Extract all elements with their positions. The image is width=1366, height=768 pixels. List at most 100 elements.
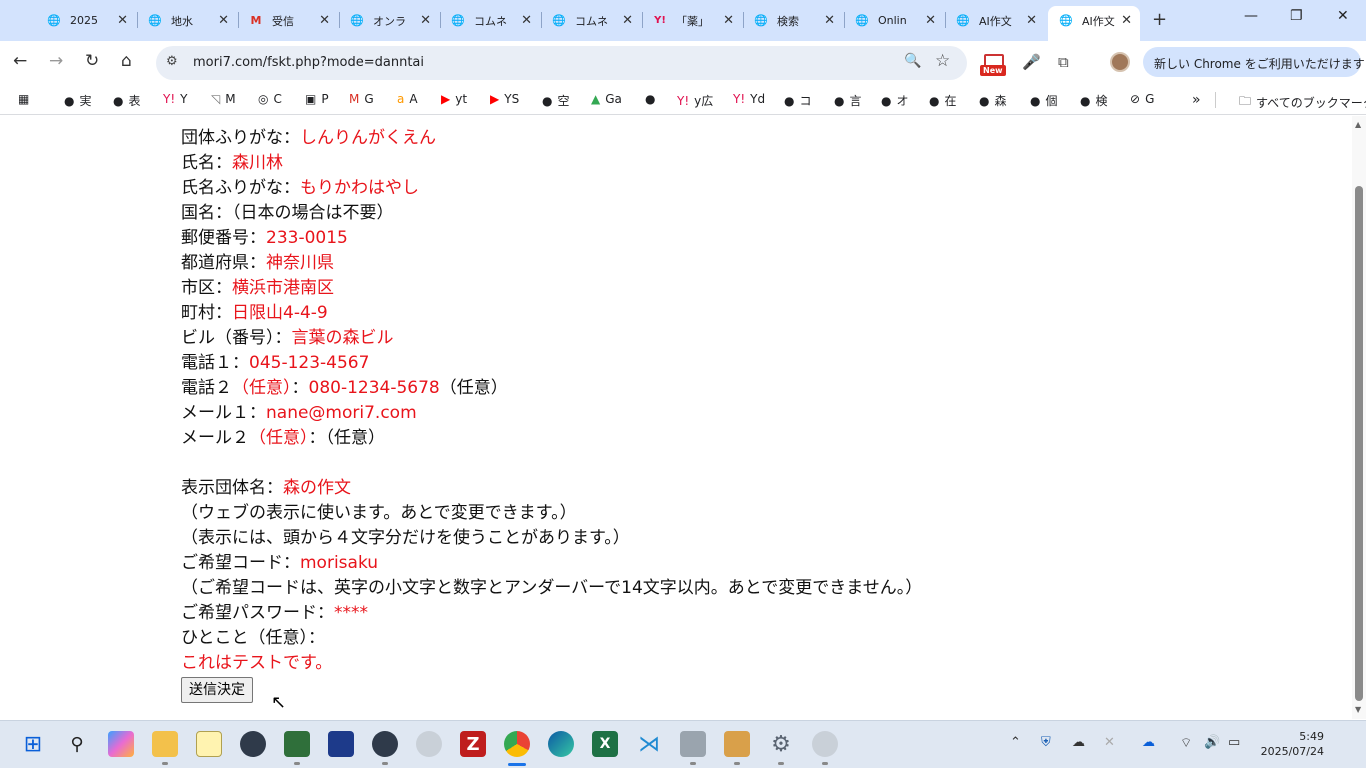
onedrive-off-icon[interactable]: ☁ [1072,735,1085,750]
bookmark-item[interactable]: ● オ [881,92,909,109]
zoom-icon[interactable]: 🔍 [904,53,921,69]
extensions-icon[interactable]: ⧉ [1058,53,1069,71]
reload-icon[interactable]: ↻ [85,51,99,71]
webcam-icon[interactable] [416,731,442,757]
bookmark-item[interactable]: aA [397,92,418,106]
bookmark-item[interactable]: ◎ C [258,92,282,106]
close-tab-icon[interactable]: ✕ [117,13,128,28]
avatar[interactable] [1110,52,1130,72]
tab[interactable]: 🌐 AI作文 ✕ [945,8,1045,33]
app-icon[interactable] [328,731,354,757]
bookmark-star-icon[interactable]: ☆ [935,51,950,71]
close-tab-icon[interactable]: ✕ [521,13,532,28]
bookmark-item[interactable]: ▣ P [305,92,329,106]
app-icon[interactable] [680,731,706,757]
tab[interactable]: M 受信 ✕ [238,8,338,33]
scrollbar-thumb[interactable] [1355,186,1363,701]
bookmark-item[interactable]: Y! Y [163,92,187,106]
back-icon[interactable]: ← [13,51,27,71]
restore-icon[interactable]: ❐ [1290,8,1303,24]
scroll-up-icon[interactable]: ▲ [1355,120,1361,129]
clock[interactable]: 5:49 2025/07/24 [1260,729,1324,759]
close-tab-icon[interactable]: ✕ [420,13,431,28]
vscode-icon[interactable]: ⋊ [636,731,662,757]
close-tab-icon[interactable]: ✕ [622,13,633,28]
bookmark-item[interactable]: ● 個 [1030,92,1058,109]
tab[interactable]: Y! 「薬」 ✕ [642,8,742,33]
bookmark-item[interactable]: ● コ [784,92,812,109]
microphone-icon[interactable]: 🎤 [1022,53,1041,71]
security-shield-icon[interactable]: ⛨ [1041,735,1051,750]
close-tab-icon[interactable]: ✕ [824,13,835,28]
bookmark-item[interactable]: Y! Yd [733,92,765,106]
scroll-down-icon[interactable]: ▼ [1355,705,1361,714]
app-icon[interactable] [724,731,750,757]
close-tab-icon[interactable]: ✕ [925,13,936,28]
webcam-icon[interactable] [812,731,838,757]
camera-icon[interactable] [372,731,398,757]
tab[interactable]: 🌐 コムネ ✕ [541,8,641,33]
submit-button[interactable]: 送信決定 [181,677,253,703]
tab[interactable]: 🌐 Onlin ✕ [844,8,944,33]
tray-app-icon[interactable]: ✕ [1104,735,1115,750]
bookmark-item[interactable]: ● 実 [64,92,92,109]
wifi-icon[interactable]: ⌔ [1180,735,1192,751]
url-text[interactable]: mori7.com/fskt.php?mode=danntai [193,55,424,70]
bookmark-item[interactable]: ● 表 [113,92,141,109]
copilot-icon[interactable] [108,731,134,757]
edge-icon[interactable] [548,731,574,757]
bookmark-item[interactable]: ▶ YS [490,92,519,106]
close-tab-icon[interactable]: ✕ [1026,13,1037,28]
scrollbar[interactable]: ▲ ▼ [1352,116,1366,719]
tab[interactable]: 🌐 2025 ✕ [36,8,136,33]
address-bar[interactable]: ⚙ mori7.com/fskt.php?mode=danntai 🔍 ☆ [156,46,967,80]
bookmark-item[interactable]: ● 森 [979,92,1007,109]
camera-icon[interactable] [240,731,266,757]
close-tab-icon[interactable]: ✕ [319,13,330,28]
search-icon[interactable]: ⚲ [64,731,90,757]
settings-icon[interactable]: ⚙ [768,731,794,757]
close-window-icon[interactable]: ✕ [1337,8,1349,24]
site-info-icon[interactable]: ⚙ [166,54,178,69]
chrome-icon[interactable] [504,731,530,757]
bookmark-item[interactable]: MG [349,92,374,106]
tab-active[interactable]: 🌐 AI作文 ✕ [1048,6,1140,41]
tab[interactable]: 🌐 コムネ ✕ [440,8,540,33]
bookmark-item[interactable]: ◹ M [211,92,236,106]
windows-start-icon[interactable]: ⊞ [20,731,46,757]
new-tab-icon[interactable]: + [1152,9,1167,30]
bookmark-item[interactable]: ● 空 [542,92,570,109]
home-icon[interactable]: ⌂ [121,51,132,71]
bookmark-item[interactable]: ⊘ G [1130,92,1154,106]
app-icon[interactable] [284,731,310,757]
file-explorer-icon[interactable] [152,731,178,757]
forward-icon[interactable]: → [49,51,63,71]
bookmark-item[interactable]: Y! y広 [677,92,713,109]
show-hidden-icons-icon[interactable]: ⌃ [1010,735,1021,750]
onedrive-icon[interactable]: ☁ [1142,735,1155,750]
new-badge[interactable]: New [980,54,1008,78]
all-bookmarks-folder[interactable]: 🗀 すべてのブックマーク [1239,92,1366,113]
close-tab-icon[interactable]: ✕ [723,13,734,28]
bookmark-item[interactable]: ● [645,92,660,106]
filezilla-icon[interactable]: Z [460,731,486,757]
close-tab-icon[interactable]: ✕ [1121,13,1132,28]
minimize-icon[interactable]: — [1244,8,1258,24]
tab[interactable]: 🌐 地水 ✕ [137,8,237,33]
bookmark-item[interactable]: ● 言 [834,92,862,109]
excel-icon[interactable]: X [592,731,618,757]
close-tab-icon[interactable]: ✕ [218,13,229,28]
more-bookmarks-icon[interactable]: » [1192,92,1201,108]
bookmark-item[interactable]: ▲ Ga [591,92,622,106]
tab[interactable]: 🌐 検索 ✕ [743,8,843,33]
bookmark-item[interactable]: ▶ yt [441,92,467,106]
chrome-update-button[interactable]: 新しい Chrome をご利用いただけます ⋮ [1143,47,1365,77]
volume-icon[interactable]: 🔊 [1204,735,1220,750]
app-icon[interactable] [196,731,222,757]
tab[interactable]: 🌐 オンラ ✕ [339,8,439,33]
bookmark-item[interactable]: ● 検 [1080,92,1108,109]
bookmark-item[interactable]: ● 在 [929,92,957,109]
apps-icon[interactable]: ▦ [18,92,29,106]
mail2-line: メール２（任意）：（任意） [181,428,385,448]
battery-icon[interactable]: ▭ [1228,735,1240,750]
